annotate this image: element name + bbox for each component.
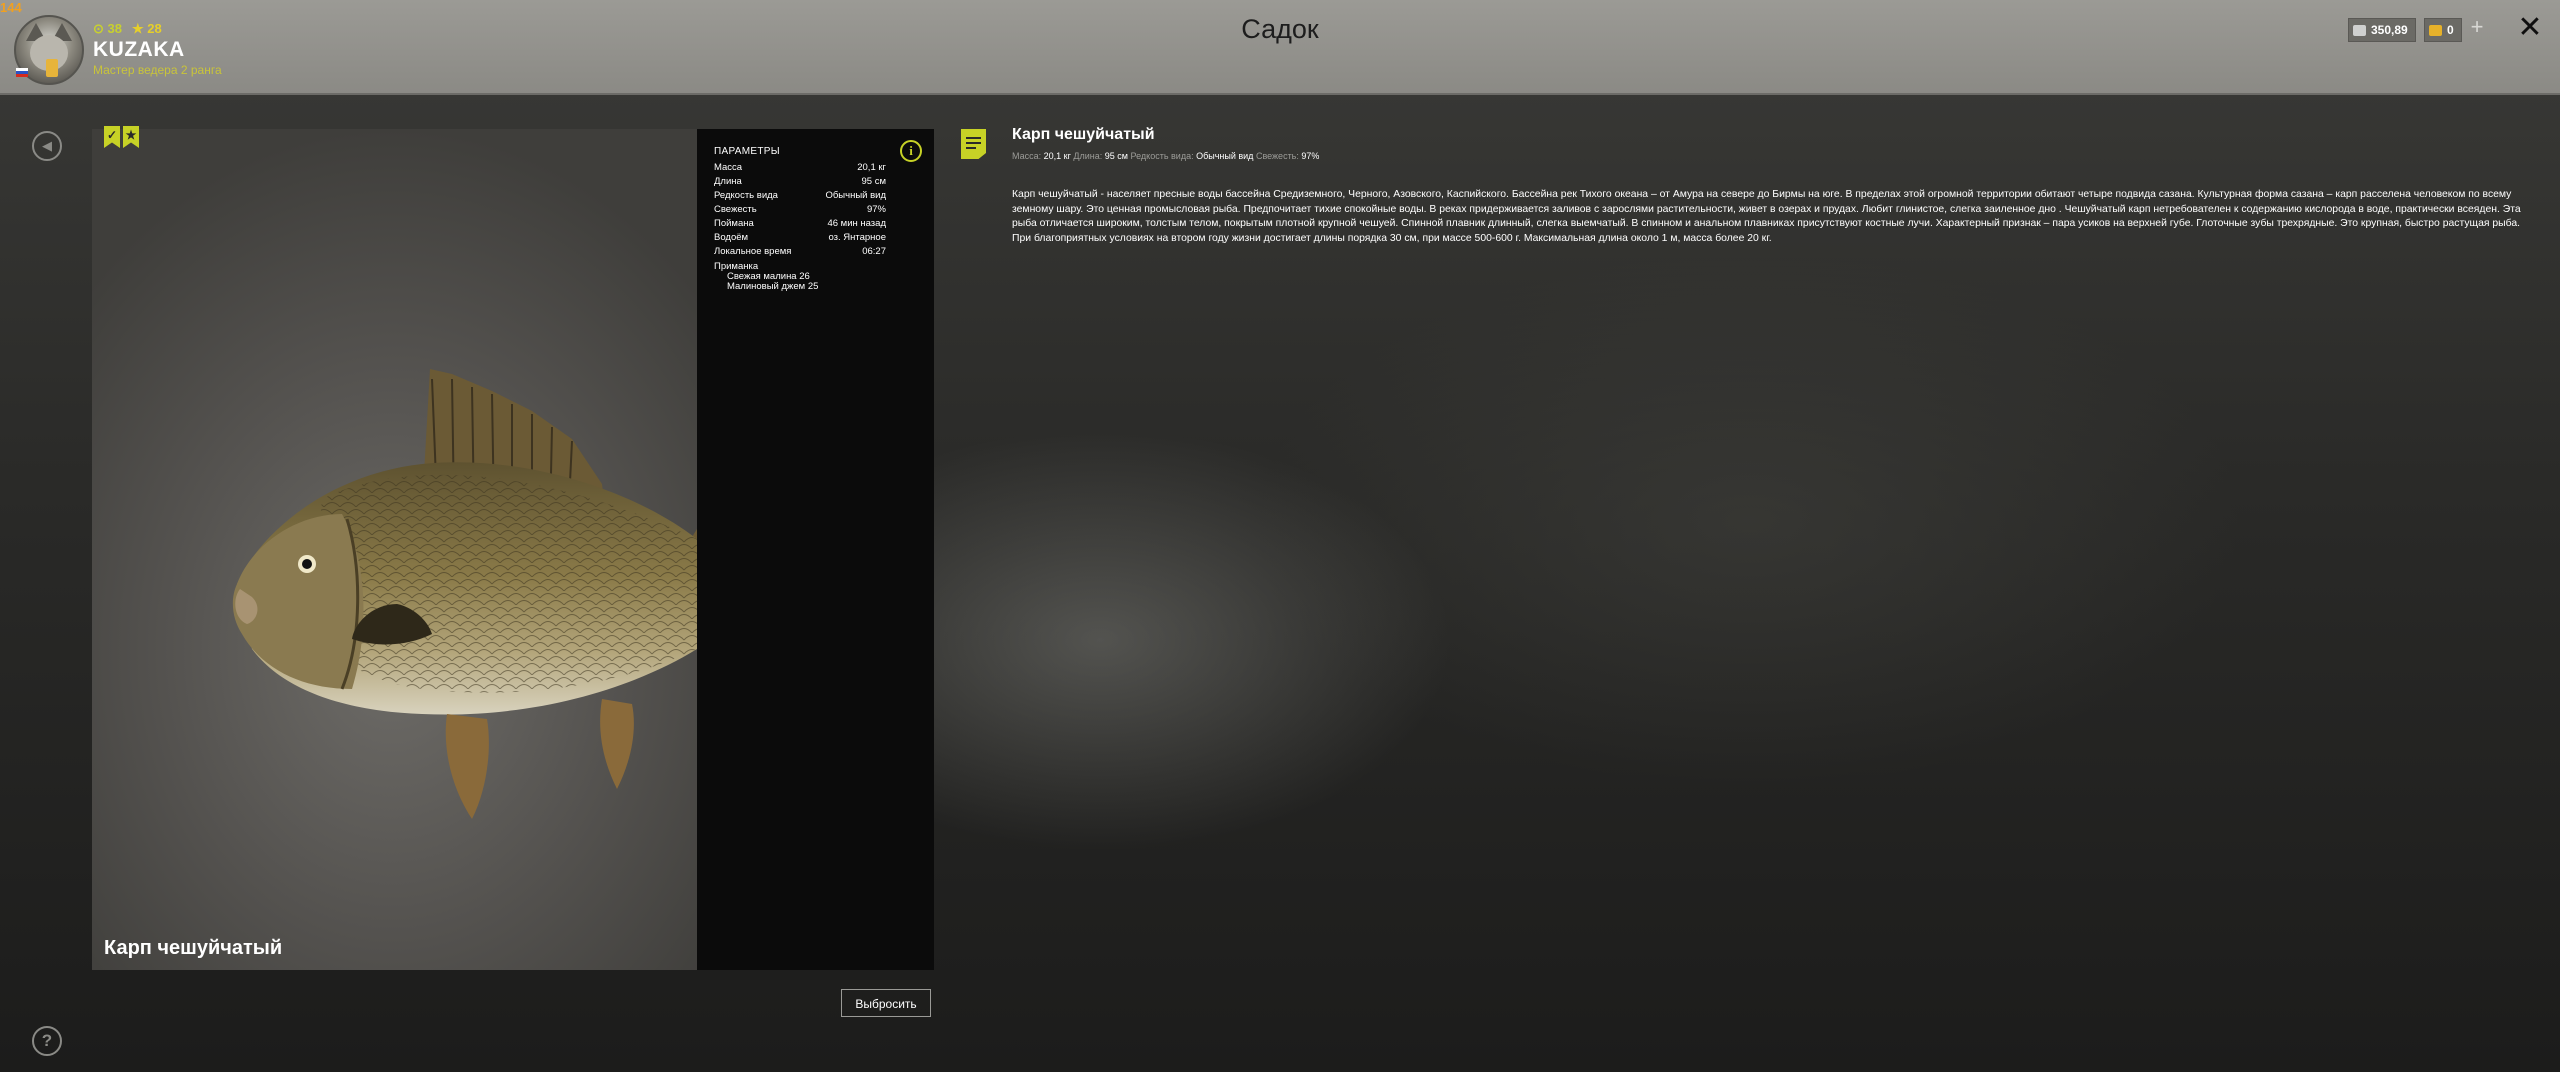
description-meta: Масса: 20,1 кг Длина: 95 см Редкость вид…: [1012, 151, 1319, 161]
trophy-badges: ✓ ★: [104, 126, 139, 148]
param-row: Локальное время 06:27: [714, 246, 886, 257]
info-icon[interactable]: i: [900, 140, 922, 162]
param-row: Свежесть 97%: [714, 204, 886, 215]
param-label: Длина: [714, 176, 742, 187]
help-icon[interactable]: ?: [32, 1026, 62, 1056]
meta-mass-value: 20,1 кг: [1043, 151, 1071, 161]
param-value: 20,1 кг: [857, 162, 886, 173]
gold-currency[interactable]: 0: [2424, 18, 2462, 42]
country-flag-icon: [16, 68, 28, 77]
fish-name-caption: Карп чешуйчатый: [104, 937, 283, 959]
param-label: Свежесть: [714, 204, 757, 215]
fps-counter: 144: [0, 0, 22, 15]
trophy-badge-icon: ✓: [104, 126, 120, 148]
silver-coin-icon: [2353, 24, 2366, 36]
param-row: Поймана 46 мин назад: [714, 218, 886, 229]
discard-button[interactable]: Выбросить: [841, 989, 931, 1017]
fish-pupil: [302, 559, 312, 569]
silver-amount: 350,89: [2371, 23, 2408, 37]
player-rank: Мастер ведера 2 ранга: [93, 63, 222, 77]
meta-length-value: 95 см: [1104, 151, 1128, 161]
param-value: 95 см: [861, 176, 887, 187]
gold-coin-icon: [2429, 24, 2442, 36]
param-row: Редкость вида Обычный вид: [714, 190, 886, 201]
fish-illustration: [232, 369, 697, 819]
param-row: Водоём оз. Янтарное: [714, 232, 886, 243]
param-label: Масса: [714, 162, 743, 173]
avatar-beer-mug: [46, 59, 58, 77]
meta-fresh-value: 97%: [1301, 151, 1320, 161]
param-value: 97%: [866, 204, 886, 215]
param-row: Масса 20,1 кг: [714, 162, 886, 173]
params-panel: ПАРАМЕТРЫ i Масса 20,1 кг Длина 95 см Редк…: [697, 129, 934, 970]
param-value: Обычный вид: [825, 190, 886, 201]
param-label: Водоём: [714, 232, 749, 243]
param-label: Редкость вида: [714, 190, 778, 201]
fish-image-panel: Карп чешуйчатый: [92, 129, 697, 970]
fish-anal-fin: [600, 699, 634, 789]
meta-fresh-label: Свежесть:: [1255, 151, 1299, 161]
meta-mass-label: Масса:: [1012, 151, 1042, 161]
meta-rarity-value: Обычный вид: [1196, 151, 1254, 161]
param-value: оз. Янтарное: [828, 232, 886, 243]
param-row: Длина 95 см: [714, 176, 886, 187]
bait-item: Малиновый джем 25: [727, 281, 819, 292]
meta-rarity-label: Редкость вида:: [1130, 151, 1194, 161]
description-text: Карп чешуйчатый - населяет пресные воды …: [1012, 189, 2521, 244]
param-value: 06:27: [862, 246, 886, 257]
add-currency-button[interactable]: +: [2466, 16, 2488, 38]
top-bar: 144 ⊙ 38 ★ 28 KUZAKA Мастер ведера 2 ран…: [0, 0, 2560, 95]
param-value: 46 мин назад: [827, 218, 886, 229]
gold-amount: 0: [2447, 23, 2454, 37]
back-icon[interactable]: ◀: [32, 131, 62, 161]
params-title: ПАРАМЕТРЫ: [714, 146, 780, 157]
param-label: Поймана: [714, 218, 754, 229]
param-label: Локальное время: [714, 246, 792, 257]
description-title: Карп чешуйчатый: [1012, 126, 1155, 143]
note-icon: [961, 129, 986, 159]
close-button[interactable]: ✕: [2516, 13, 2544, 43]
fish-pelvic-fin: [445, 714, 489, 819]
silver-currency[interactable]: 350,89: [2348, 18, 2416, 42]
page-title: Садок: [1241, 14, 1319, 44]
meta-length-label: Длина:: [1073, 151, 1103, 161]
star-badge-icon: ★: [123, 126, 139, 148]
